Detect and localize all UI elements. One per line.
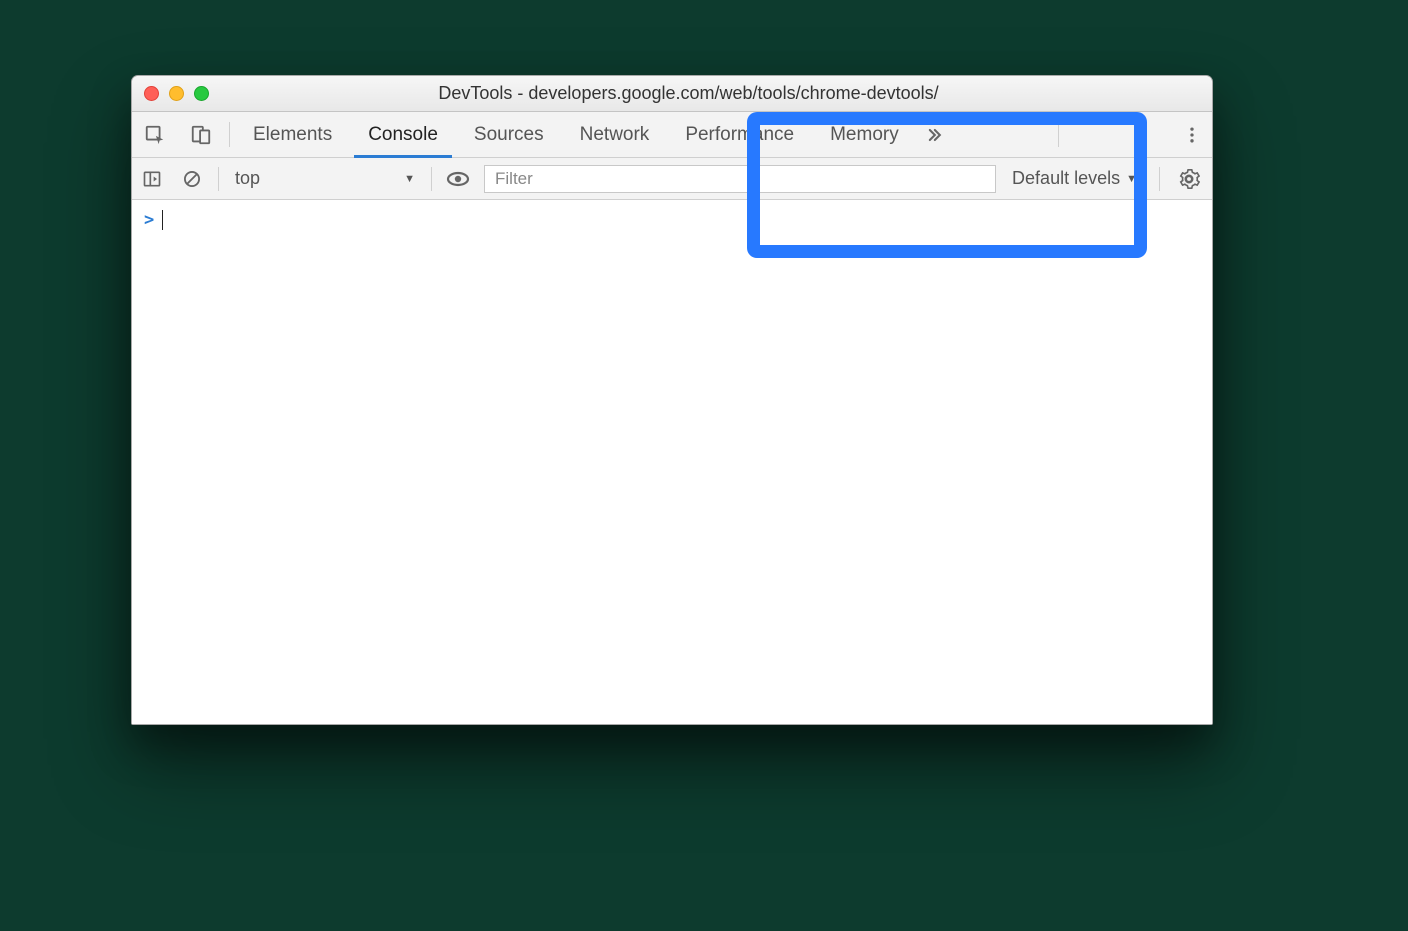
tab-sources[interactable]: Sources [456,112,562,157]
zoom-window-button[interactable] [194,86,209,101]
dropdown-caret-icon: ▼ [1126,173,1137,185]
prompt-chevron-icon: > [144,210,154,230]
tab-console[interactable]: Console [350,112,456,157]
separator [229,122,230,147]
input-caret [162,210,163,230]
filter-wrap: Filter [478,165,996,193]
tab-label: Elements [253,124,332,146]
tab-label: Network [580,124,650,146]
tab-label: Console [368,124,438,146]
inspect-icon[interactable] [132,112,178,157]
console-body[interactable]: > [132,200,1212,724]
devtools-window: DevTools - developers.google.com/web/too… [131,75,1213,725]
context-selector[interactable]: top ▼ [225,168,425,189]
device-toggle-icon[interactable] [178,112,224,157]
dropdown-caret-icon: ▼ [404,173,415,185]
tab-label: Sources [474,124,544,146]
panel-tab-bar: Elements Console Sources Network Perform… [132,112,1212,158]
context-selector-label: top [235,168,260,189]
log-levels-label: Default levels [1012,168,1120,189]
close-window-button[interactable] [144,86,159,101]
traffic-lights [144,86,209,101]
overflow-icon[interactable] [917,112,951,157]
clear-console-icon[interactable] [172,169,212,189]
console-toolbar: top ▼ Filter Default levels ▼ [132,158,1212,200]
separator [1058,122,1059,147]
settings-icon[interactable] [1166,168,1212,190]
minimize-window-button[interactable] [169,86,184,101]
tab-label: Memory [830,124,899,146]
window-title: DevTools - developers.google.com/web/too… [227,83,1200,104]
console-prompt[interactable]: > [136,208,1208,232]
live-expression-icon[interactable] [438,167,478,191]
separator [1159,167,1160,191]
separator [218,167,219,191]
title-bar: DevTools - developers.google.com/web/too… [132,76,1212,112]
tab-network[interactable]: Network [562,112,668,157]
separator [431,167,432,191]
tab-memory[interactable]: Memory [812,112,917,157]
filter-placeholder: Filter [495,169,533,189]
log-levels-dropdown[interactable]: Default levels ▼ [996,168,1153,189]
tab-label: Performance [685,124,794,146]
filter-input[interactable]: Filter [484,165,996,193]
kebab-menu-icon[interactable] [1172,112,1212,157]
tab-performance[interactable]: Performance [667,112,812,157]
show-sidebar-icon[interactable] [132,169,172,189]
tab-elements[interactable]: Elements [235,112,350,157]
